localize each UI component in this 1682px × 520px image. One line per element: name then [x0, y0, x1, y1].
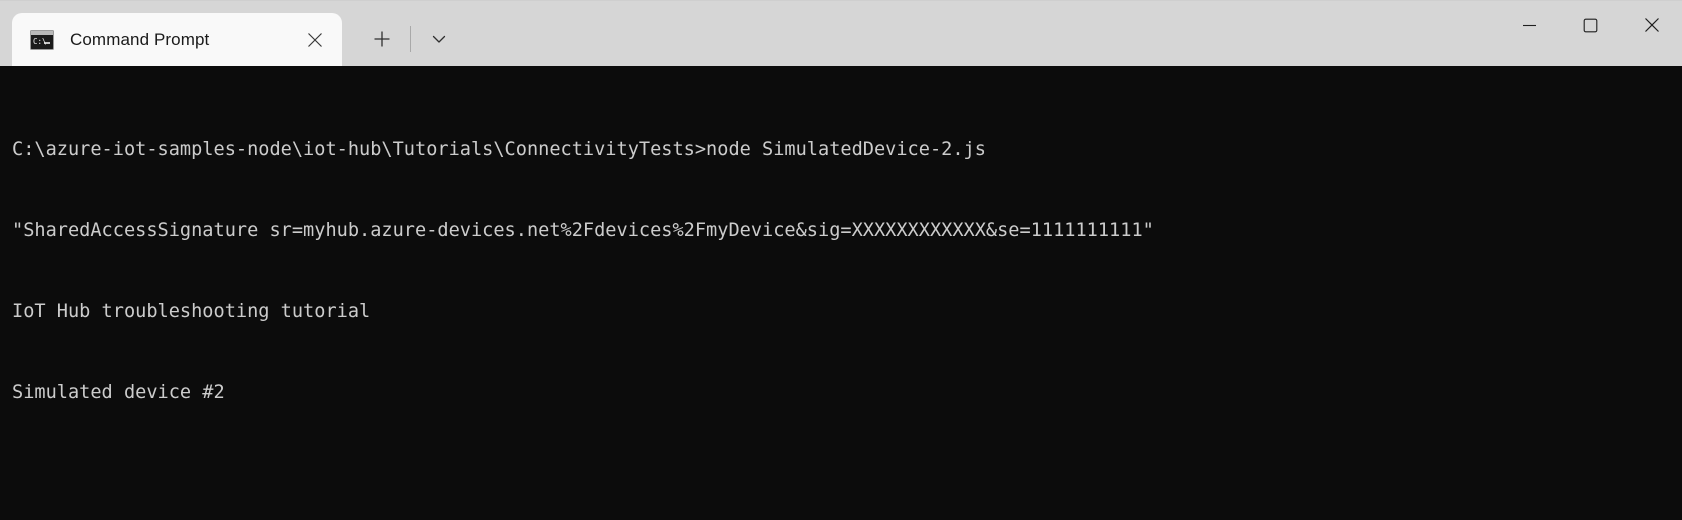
chevron-down-icon[interactable] [419, 19, 459, 59]
minimize-button[interactable] [1499, 1, 1560, 49]
close-button[interactable] [1621, 1, 1682, 49]
command-prompt-icon: C:\ [30, 29, 54, 50]
tab-command-prompt[interactable]: C:\ Command Prompt [12, 13, 342, 66]
maximize-button[interactable] [1560, 1, 1621, 49]
console-line: Simulated device #2 [12, 382, 225, 403]
console-line: IoT Hub troubleshooting tutorial [12, 301, 371, 322]
tab-title: Command Prompt [70, 29, 210, 49]
command-prompt-window: C:\ Command Prompt C:\azure-iot-samples-… [0, 0, 1682, 520]
tabstrip-divider [410, 26, 411, 52]
title-bar: C:\ Command Prompt [0, 0, 1682, 66]
svg-text:C:\: C:\ [33, 37, 47, 46]
console-text: C:\azure-iot-samples-node\iot-hub\Tutori… [12, 82, 1670, 520]
console-line: C:\azure-iot-samples-node\iot-hub\Tutori… [12, 139, 986, 160]
terminal-output-area[interactable]: C:\azure-iot-samples-node\iot-hub\Tutori… [0, 66, 1682, 520]
tab-close-icon[interactable] [298, 23, 332, 57]
window-caption-buttons [1499, 1, 1682, 67]
new-tab-button[interactable] [362, 19, 402, 59]
console-line: "SharedAccessSignature sr=myhub.azure-de… [12, 220, 1154, 241]
tab-strip: C:\ Command Prompt [0, 0, 459, 66]
